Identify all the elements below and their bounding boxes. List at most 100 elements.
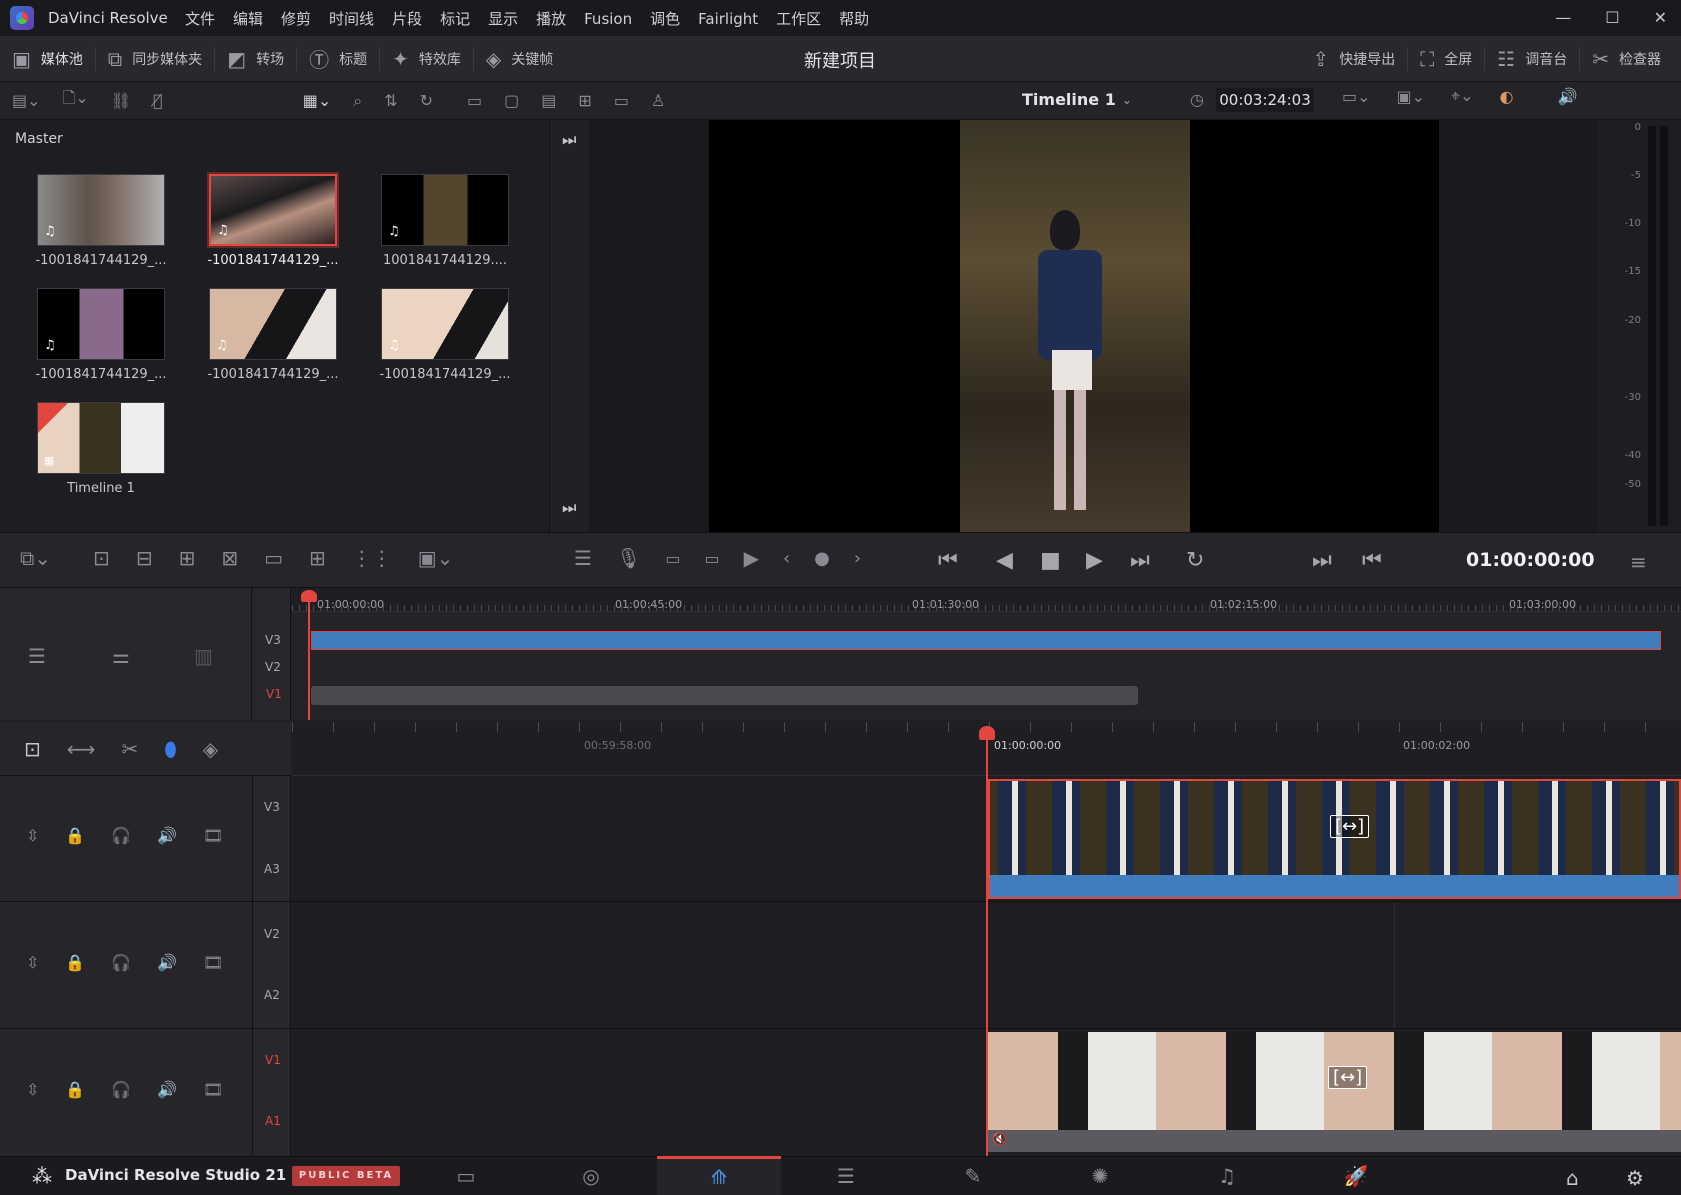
maximize-button[interactable]: ☐ xyxy=(1605,8,1619,27)
sliders-icon[interactable]: ☰ xyxy=(574,546,592,570)
skip-to-start-icon[interactable]: ⏮ xyxy=(938,548,958,573)
play-icon[interactable]: ▶ xyxy=(1086,548,1103,573)
link-icon[interactable]: ⛓ xyxy=(111,91,131,110)
headphones-icon[interactable]: 🎧 xyxy=(111,1080,131,1099)
menu-mark[interactable]: 标记 xyxy=(440,8,470,29)
lock-icon[interactable]: 🔒 xyxy=(65,1080,85,1099)
lock-icon[interactable]: 🔒 xyxy=(65,953,85,972)
retime-icon[interactable]: [↔] xyxy=(1328,1066,1368,1089)
prev-edit-icon[interactable]: ⏮ xyxy=(1362,548,1382,573)
overview-clip-v1[interactable] xyxy=(311,686,1138,705)
ripple-icon[interactable]: ⋮⋮ xyxy=(352,546,392,570)
marker-dot-icon[interactable]: ● xyxy=(814,548,830,569)
append-icon[interactable]: ⊞ xyxy=(309,546,326,570)
grid-view-icon[interactable]: ▦⌄ xyxy=(303,91,332,110)
fit-to-fill-icon[interactable]: ⊠ xyxy=(221,546,238,570)
menu-file[interactable]: 文件 xyxy=(185,8,215,29)
new-bin-icon[interactable]: 🗋⌄ xyxy=(63,87,89,114)
place-on-top-icon[interactable]: ▭ xyxy=(264,546,283,570)
person-icon[interactable]: ♙ xyxy=(651,91,665,110)
viewer-mode-icon[interactable]: ▭ xyxy=(467,91,482,110)
titles-button[interactable]: Ⓣ 标题 xyxy=(297,36,379,82)
color-wheel-icon[interactable]: ◐ xyxy=(1499,87,1513,106)
menu-fairlight[interactable]: Fairlight xyxy=(698,10,758,28)
next-edit-icon[interactable]: ⏭ xyxy=(1312,548,1332,573)
marker-flag-icon[interactable]: ⬮ xyxy=(164,737,177,761)
timeline-selector[interactable]: Timeline 1 ⌄ xyxy=(1022,90,1132,109)
refresh-icon[interactable]: ↻ xyxy=(420,91,433,110)
next-marker-icon[interactable]: › xyxy=(854,548,861,569)
play-options-icon[interactable]: ▶ xyxy=(744,546,759,570)
timeline-item[interactable]: ▦ Timeline 1 xyxy=(26,402,176,496)
unlink-icon[interactable]: ⛓̸ xyxy=(153,91,163,110)
overview-playhead[interactable] xyxy=(301,590,317,720)
poi-add-icon[interactable]: ▭ xyxy=(704,549,719,568)
film-icon[interactable]: 🎞 xyxy=(203,826,223,845)
menu-color[interactable]: 调色 xyxy=(650,8,680,29)
menu-fusion[interactable]: Fusion xyxy=(584,10,632,28)
color-page-icon[interactable]: ✎ xyxy=(911,1156,1035,1195)
skip-to-end-icon[interactable]: ⏭ xyxy=(1130,548,1150,573)
source-viewer-icon[interactable]: ▢ xyxy=(504,91,519,110)
menu-workspace[interactable]: 工作区 xyxy=(776,8,821,29)
track-sliders-icon[interactable]: ⚌ xyxy=(112,644,130,668)
insert-clip-icon[interactable]: ⊡ xyxy=(93,546,110,570)
retime-icon[interactable]: [↔] xyxy=(1330,815,1370,838)
speaker-icon[interactable]: 🔊 xyxy=(157,1080,177,1099)
overwrite-clip-icon[interactable]: ⊟ xyxy=(136,546,153,570)
fairlight-page-icon[interactable]: ✺ xyxy=(1038,1156,1162,1195)
cinema-mode-icon[interactable]: ▭ xyxy=(614,91,629,110)
snap-icon[interactable]: ◈ xyxy=(203,737,218,761)
timeline-clip-v1[interactable]: 🔇 [↔] xyxy=(988,1032,1681,1152)
timeline-clip-v3[interactable]: [↔] xyxy=(988,779,1681,899)
display-mode-icon[interactable]: ▣⌄ xyxy=(1397,87,1426,106)
replace-clip-icon[interactable]: ⊞ xyxy=(179,546,196,570)
film-icon[interactable]: 🎞 xyxy=(203,953,223,972)
rocket-page-icon[interactable]: 🚀 xyxy=(1294,1156,1418,1195)
zoom-full-icon[interactable]: ⊡ xyxy=(24,737,41,761)
fullscreen-button[interactable]: ⛶ 全屏 xyxy=(1408,36,1484,82)
move-track-icon[interactable]: ⇳ xyxy=(26,953,39,972)
menu-edit[interactable]: 编辑 xyxy=(233,8,263,29)
film-icon[interactable]: 🎞 xyxy=(203,1080,223,1099)
play-reverse-icon[interactable]: ◀ xyxy=(996,548,1013,573)
microphone-icon[interactable]: 🎙 xyxy=(616,546,641,570)
poi-icon[interactable]: ▭ xyxy=(665,549,680,568)
transitions-button[interactable]: ◩ 转场 xyxy=(215,36,296,82)
media-clip[interactable]: ♫ -1001841744129_... xyxy=(198,174,348,268)
speaker-icon[interactable]: 🔊 xyxy=(157,953,177,972)
move-track-icon[interactable]: ⇳ xyxy=(26,826,39,845)
edit-mode-icon[interactable]: ⧉⌄ xyxy=(20,546,51,570)
panel-layout-icon[interactable]: ▤⌄ xyxy=(12,91,41,110)
menu-view[interactable]: 显示 xyxy=(488,8,518,29)
headphones-icon[interactable]: 🎧 xyxy=(111,953,131,972)
search-icon[interactable]: ⌕ xyxy=(353,91,362,111)
go-to-start-icon[interactable]: ⏭ xyxy=(562,130,576,150)
inspector-button[interactable]: ✂ 检查器 xyxy=(1580,36,1681,82)
effects-button[interactable]: ✦ 特效库 xyxy=(380,36,473,82)
media-clip[interactable]: ♫ -1001841744129_... xyxy=(198,288,348,382)
picture-in-picture-icon[interactable]: ▣⌄ xyxy=(418,546,454,570)
stop-icon[interactable]: ■ xyxy=(1040,548,1061,573)
edit-page-icon[interactable]: ⟰ xyxy=(657,1156,781,1195)
sync-bin-button[interactable]: ⧉ 同步媒体夹 xyxy=(96,36,214,82)
fusion-page-icon[interactable]: ☰ xyxy=(784,1156,908,1195)
cut-page-icon[interactable]: ◎ xyxy=(529,1156,653,1195)
menu-playback[interactable]: 播放 xyxy=(536,8,566,29)
options-menu-icon[interactable]: ≡ xyxy=(1630,550,1647,574)
prev-marker-icon[interactable]: ‹ xyxy=(783,548,790,569)
settings-gear-icon[interactable]: ⚙ xyxy=(1626,1166,1644,1190)
razor-icon[interactable]: ✂ xyxy=(121,737,138,761)
keyframes-button[interactable]: ◈ 关键帧 xyxy=(474,36,565,82)
zoom-fit-icon[interactable]: ▭⌄ xyxy=(1342,87,1371,106)
menu-trim[interactable]: 修剪 xyxy=(281,8,311,29)
close-button[interactable]: ✕ xyxy=(1654,8,1667,27)
timeline-viewer-icon[interactable]: ▤ xyxy=(541,91,556,110)
menu-timeline[interactable]: 时间线 xyxy=(329,8,374,29)
dual-viewer-icon[interactable]: ⊞ xyxy=(578,91,591,110)
volume-icon[interactable]: 🔊 xyxy=(1557,87,1577,106)
home-icon[interactable]: ⌂ xyxy=(1566,1166,1579,1190)
track-options-icon[interactable]: ☰ xyxy=(28,644,46,668)
transform-icon[interactable]: ⌖⌄ xyxy=(1451,86,1473,106)
menu-clip[interactable]: 片段 xyxy=(392,8,422,29)
